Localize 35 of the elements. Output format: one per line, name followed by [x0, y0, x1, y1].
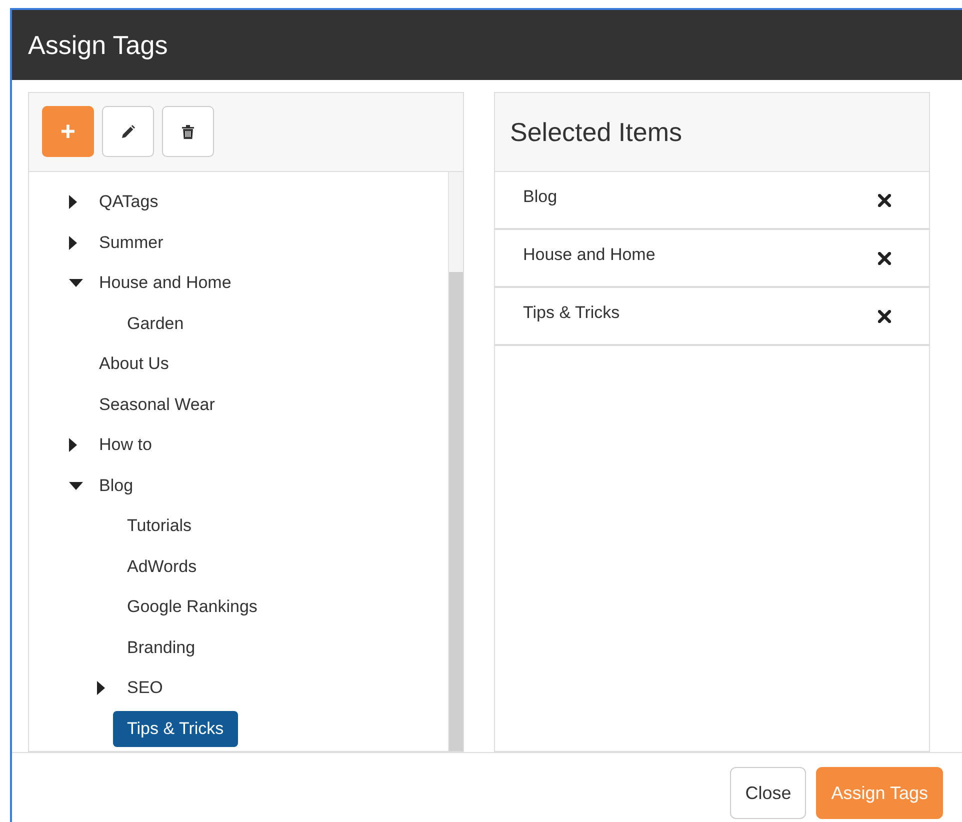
- tree-item[interactable]: House and Home: [85, 265, 246, 302]
- selected-item-label: Tips & Tricks: [523, 303, 620, 323]
- remove-icon[interactable]: [878, 310, 891, 322]
- remove-icon[interactable]: [878, 252, 891, 264]
- close-button[interactable]: Close: [730, 767, 806, 819]
- tree-item[interactable]: Google Rankings: [113, 589, 272, 626]
- caret-down-icon[interactable]: [69, 482, 83, 490]
- tree-item[interactable]: How to: [85, 427, 166, 464]
- scrollbar[interactable]: [448, 172, 463, 751]
- tree-item[interactable]: AdWords: [113, 548, 211, 585]
- dialog-title: Assign Tags: [28, 30, 168, 60]
- tree-item[interactable]: SEO: [113, 670, 177, 706]
- selected-item-label: House and Home: [523, 245, 656, 265]
- tree-item[interactable]: Tips & Tricks: [113, 710, 238, 747]
- pencil-icon: [120, 124, 136, 140]
- remove-icon[interactable]: [878, 194, 891, 206]
- caret-down-icon[interactable]: [69, 279, 83, 288]
- tree-item[interactable]: Branding: [113, 630, 210, 666]
- delete-button[interactable]: [162, 106, 214, 157]
- trash-icon: [181, 124, 195, 140]
- caret-right-icon[interactable]: [69, 438, 77, 452]
- tree-item[interactable]: Garden: [113, 306, 198, 342]
- caret-right-icon[interactable]: [69, 195, 77, 210]
- tree-item[interactable]: Summer: [85, 224, 178, 261]
- caret-right-icon[interactable]: [97, 681, 105, 696]
- scrollbar-thumb[interactable]: [449, 272, 463, 751]
- tree-item[interactable]: Tutorials: [113, 508, 206, 544]
- edit-button[interactable]: [102, 106, 154, 157]
- tree-item[interactable]: Seasonal Wear: [85, 386, 229, 423]
- tree-item[interactable]: Blog: [85, 468, 148, 504]
- selected-item-label: Blog: [523, 187, 558, 207]
- caret-right-icon[interactable]: [69, 236, 77, 250]
- tree-item[interactable]: About Us: [85, 346, 183, 382]
- tree-item[interactable]: QATags: [85, 184, 172, 220]
- panel-title: Selected Items: [510, 116, 682, 148]
